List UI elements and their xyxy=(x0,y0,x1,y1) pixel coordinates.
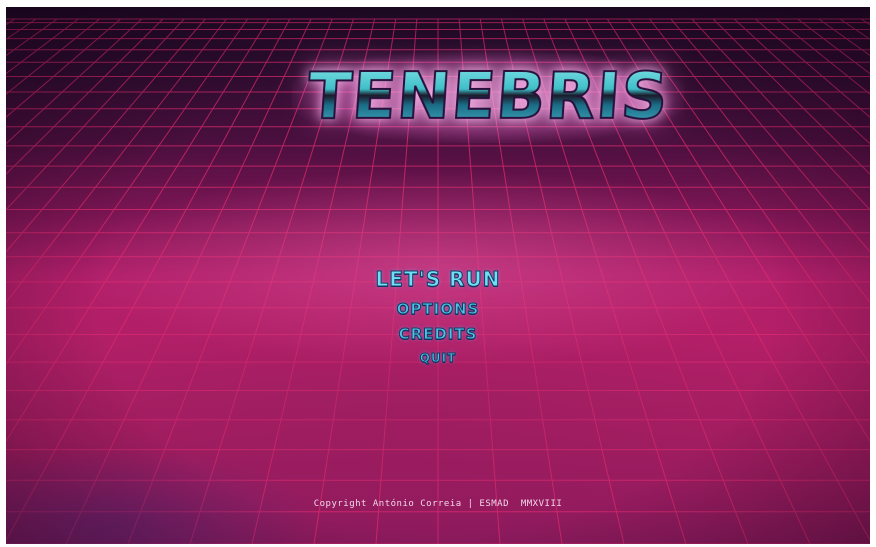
credits-button[interactable]: CREDITS xyxy=(6,324,870,344)
lets-run-button[interactable]: LET'S RUN xyxy=(6,265,870,293)
copyright-text: Copyright António Correia | ESMAD MMXVII… xyxy=(313,499,563,509)
quit-button[interactable]: QUIT xyxy=(6,350,870,366)
game-logo: TENEBRIS xyxy=(292,51,684,143)
game-screen: TENEBRIS LET'S RUN OPTIONS CREDITS QUIT … xyxy=(6,7,870,544)
options-button[interactable]: OPTIONS xyxy=(6,299,870,319)
game-title: TENEBRIS xyxy=(289,57,687,137)
